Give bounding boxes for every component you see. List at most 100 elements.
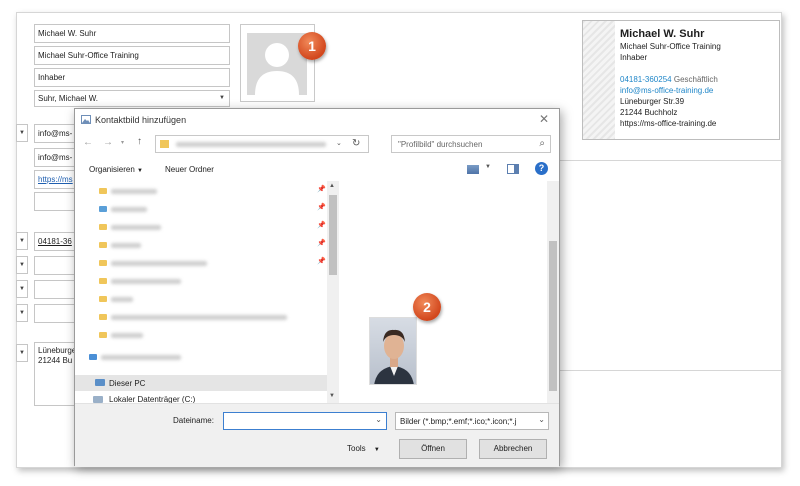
scroll-up-icon[interactable]: ▲ [329,183,335,189]
refresh-icon[interactable]: ↻ [352,138,360,149]
pin-icon: 📌 [317,204,326,211]
search-input[interactable]: "Profilbild" durchsuchen ⌕ [391,135,551,153]
address-line-1: Lüneburge [38,346,77,355]
phone-type-dropdown-4[interactable]: ▼ [16,304,28,322]
card-phone-line: 04181-360254 Geschäftlich [620,74,721,85]
filename-input[interactable]: ⌄ [223,412,387,430]
phone-type-dropdown-3[interactable]: ▼ [16,280,28,298]
folder-icon [99,296,107,302]
web-page-field[interactable]: https://ms [34,170,78,189]
scroll-down-icon[interactable]: ▼ [329,393,335,399]
card-website: https://ms-office-training.de [620,119,717,128]
mobile-field[interactable] [34,304,78,323]
form-divider [560,160,782,161]
up-arrow-icon[interactable]: ↑ [137,136,142,147]
scrollbar-thumb[interactable] [549,241,557,391]
folder-icon [99,188,107,194]
card-title: Inhaber [620,53,648,62]
back-arrow-icon[interactable]: ← [83,137,93,148]
job-title-field[interactable]: Inhaber [34,68,230,87]
navigation-scrollbar[interactable]: ▲ ▼ [327,181,339,403]
chevron-down-icon: ▼ [19,286,25,292]
file-type-value: Bilder (*.bmp;*.emf;*.ico;*.icon;*.j [400,417,517,426]
file-as-dropdown[interactable]: Suhr, Michael W. ▼ [34,90,230,107]
pin-icon: 📌 [317,222,326,229]
folder-icon [99,332,107,338]
chevron-down-icon: ▼ [19,350,25,356]
drive-icon [93,396,103,403]
this-pc-label: Dieser PC [109,379,146,388]
tree-item-this-pc[interactable]: Dieser PC [75,375,327,391]
email1-field[interactable]: info@ms- [34,124,78,143]
view-options-icon[interactable] [467,165,479,174]
recent-locations-icon[interactable]: ▾ [121,139,124,146]
full-name-field[interactable]: Michael W. Suhr [34,24,230,43]
pin-icon: 📌 [317,186,326,193]
profile-photo-thumbnail[interactable] [369,317,417,385]
notes-divider [560,370,782,371]
phone-type-dropdown[interactable]: ▼ [16,232,28,250]
new-folder-button[interactable]: Neuer Ordner [165,165,214,174]
card-company: Michael Suhr-Office Training [620,42,721,51]
chevron-down-icon: ▼ [19,130,25,136]
email-type-dropdown[interactable]: ▼ [16,124,28,142]
chevron-down-icon: ▼ [19,310,25,316]
image-icon [81,115,91,124]
close-icon[interactable]: ✕ [539,112,549,126]
address-bar[interactable]: ⌄ ↻ [155,135,369,153]
dialog-footer: Dateiname: ⌄ Bilder (*.bmp;*.emf;*.ico;*… [75,403,559,467]
phone-type-dropdown-2[interactable]: ▼ [16,256,28,274]
chevron-down-icon: ⌄ [538,415,545,424]
address-line-2: 21244 Bu [38,356,73,365]
tools-label: Tools [347,444,366,453]
folder-icon [99,242,107,248]
open-button[interactable]: Öffnen [399,439,467,459]
preview-pane-icon[interactable] [507,164,519,174]
address-path-blurred [176,142,326,147]
chevron-down-icon[interactable]: ⌄ [336,139,342,147]
chevron-down-icon: ▼ [19,238,25,244]
business-card[interactable]: Michael W. Suhr Michael Suhr-Office Trai… [582,20,780,140]
chevron-down-icon: ▼ [219,95,225,101]
search-icon: ⌕ [539,138,545,149]
chevron-down-icon[interactable]: ▼ [485,164,491,170]
organize-label: Organisieren [89,165,135,174]
cloud-icon [89,354,97,360]
folder-icon [99,278,107,284]
forward-arrow-icon[interactable]: → [103,137,113,148]
card-street: Lüneburger Str.39 [620,97,685,106]
address-type-dropdown[interactable]: ▼ [16,344,28,362]
organize-menu[interactable]: Organisieren ▼ [89,165,143,174]
card-pattern [583,21,615,139]
card-phone-type: Geschäftlich [673,75,718,84]
file-type-dropdown[interactable]: Bilder (*.bmp;*.emf;*.ico;*.icon;*.j ⌄ [395,412,549,430]
pin-icon: 📌 [317,258,326,265]
folder-icon [99,206,107,212]
file-as-value: Suhr, Michael W. [38,94,99,103]
step-badge-2: 2 [413,293,441,321]
chevron-down-icon: ▼ [137,168,143,174]
pin-icon: 📌 [317,240,326,247]
chevron-down-icon: ▼ [19,262,25,268]
display-as-field[interactable]: info@ms- [34,148,78,167]
home-phone-field[interactable] [34,256,78,275]
step-badge-1: 1 [298,32,326,60]
card-phone: 04181-360254 [620,75,672,84]
scrollbar-thumb[interactable] [329,195,337,275]
filename-label: Dateiname: [173,416,214,425]
folder-icon [99,224,107,230]
fax-field[interactable] [34,280,78,299]
cancel-button[interactable]: Abbrechen [479,439,547,459]
chevron-down-icon[interactable]: ⌄ [375,415,382,424]
im-address-field[interactable] [34,192,78,211]
help-icon[interactable]: ? [535,162,548,175]
address-field[interactable]: Lüneburge 21244 Bu [34,342,78,406]
dialog-title: Kontaktbild hinzufügen [95,115,187,125]
folder-icon [160,140,169,148]
company-field[interactable]: Michael Suhr-Office Training [34,46,230,65]
add-contact-picture-dialog: Kontaktbild hinzufügen ✕ ← → ▾ ↑ ⌄ ↻ "Pr… [74,108,560,467]
file-list-scrollbar[interactable] [547,181,559,403]
tools-menu[interactable]: Tools ▼ [347,444,380,453]
dialog-titlebar: Kontaktbild hinzufügen ✕ [75,109,559,131]
business-phone-field[interactable]: 04181-36 [34,232,78,251]
